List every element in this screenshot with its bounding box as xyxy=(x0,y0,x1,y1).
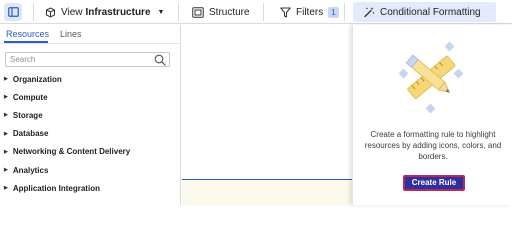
tab-lines[interactable]: Lines xyxy=(60,29,82,39)
structure-icon xyxy=(192,6,204,18)
category-storage[interactable]: ▶ Storage xyxy=(0,106,181,124)
empty-state-description: Create a formatting rule to highlight re… xyxy=(364,130,502,161)
filters-button[interactable]: Filters 1 xyxy=(280,0,339,24)
conditional-formatting-label: Conditional Formatting xyxy=(380,6,481,18)
filters-count-badge: 1 xyxy=(328,6,339,18)
expand-arrow-icon: ▶ xyxy=(4,148,8,155)
category-analytics[interactable]: ▶ Analytics xyxy=(0,161,181,179)
category-label: Organization xyxy=(12,74,62,84)
expand-arrow-icon: ▶ xyxy=(4,94,8,101)
category-database[interactable]: ▶ Database xyxy=(0,125,181,143)
view-value: Infrastructure xyxy=(85,6,151,18)
toolbar: View Infrastructure ▼ Structure Filters … xyxy=(0,0,512,24)
category-label: Compute xyxy=(12,92,48,102)
expand-arrow-icon: ▶ xyxy=(4,76,8,83)
category-organization[interactable]: ▶ Organization xyxy=(0,70,181,88)
conditional-formatting-button[interactable]: Conditional Formatting xyxy=(353,2,496,22)
cube-icon xyxy=(45,6,56,18)
toolbar-divider xyxy=(263,3,264,21)
caret-down-icon: ▼ xyxy=(157,8,165,16)
category-label: Storage xyxy=(12,110,43,120)
toolbar-divider xyxy=(178,3,179,21)
magic-wand-icon xyxy=(363,6,375,18)
search-box xyxy=(5,52,170,67)
category-label: Networking & Content Delivery xyxy=(12,147,131,157)
toolbar-divider xyxy=(344,3,345,21)
conditional-formatting-panel: Create a formatting rule to highlight re… xyxy=(352,25,512,205)
create-rule-button[interactable]: Create Rule xyxy=(403,175,465,191)
category-label: Application Integration xyxy=(12,183,100,193)
structure-button[interactable]: Structure xyxy=(192,0,250,24)
search-icon[interactable] xyxy=(154,54,166,66)
resource-category-list: ▶ Organization ▶ Compute ▶ Storage ▶ Dat… xyxy=(0,70,181,197)
toolbar-divider xyxy=(33,3,34,21)
category-label: Analytics xyxy=(12,165,49,175)
filter-funnel-icon xyxy=(280,7,291,18)
view-selector[interactable]: View Infrastructure ▼ xyxy=(45,0,164,24)
expand-arrow-icon: ▶ xyxy=(4,185,8,192)
expand-arrow-icon: ▶ xyxy=(4,130,8,137)
category-application-integration[interactable]: ▶ Application Integration xyxy=(0,179,181,197)
ruler-pencil-icon xyxy=(389,37,473,117)
filters-label: Filters xyxy=(296,6,324,18)
view-label: View xyxy=(61,6,83,18)
panel-tabs: Resources Lines xyxy=(0,25,181,44)
expand-arrow-icon: ▶ xyxy=(4,112,8,119)
expand-arrow-icon: ▶ xyxy=(4,167,8,174)
sidebar-toggle-icon xyxy=(7,7,19,17)
search-input[interactable] xyxy=(10,54,150,65)
category-label: Database xyxy=(12,129,49,139)
category-networking[interactable]: ▶ Networking & Content Delivery xyxy=(0,143,181,161)
category-compute[interactable]: ▶ Compute xyxy=(0,88,181,106)
tab-resources[interactable]: Resources xyxy=(6,29,49,39)
diagram-canvas[interactable] xyxy=(182,25,352,205)
structure-label: Structure xyxy=(209,6,250,18)
resources-panel: Resources Lines ▶ Organization ▶ Compute… xyxy=(0,25,181,205)
selected-container-edge[interactable] xyxy=(182,179,352,205)
sidebar-toggle-button[interactable] xyxy=(4,3,22,21)
tabs-divider xyxy=(0,43,181,44)
